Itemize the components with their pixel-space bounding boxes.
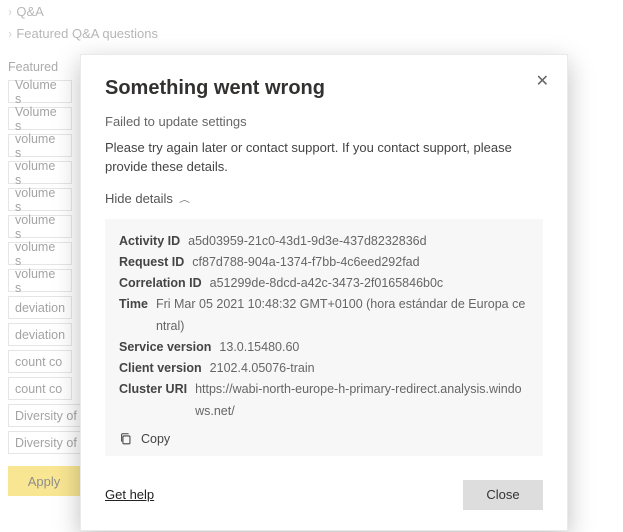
detail-key: Request ID — [119, 252, 184, 273]
dialog-subtitle: Failed to update settings — [105, 114, 543, 129]
detail-row: Time Fri Mar 05 2021 10:48:32 GMT+0100 (h… — [119, 294, 529, 337]
copy-icon — [119, 432, 133, 446]
error-dialog: ✕ Something went wrong Failed to update … — [80, 54, 568, 531]
detail-row: Request ID cf87d788-904a-1374-f7bb-4c6eed… — [119, 252, 529, 273]
detail-row: Cluster URIhttps://wabi-north-europe-h-p… — [119, 379, 529, 422]
detail-row: Activity ID a5d03959-21c0-43d1-9d3e-437d8… — [119, 231, 529, 252]
get-help-link[interactable]: Get help — [105, 487, 154, 502]
chevron-up-icon: ︿ — [179, 193, 190, 204]
detail-key: Cluster URI — [119, 379, 187, 422]
detail-key: Correlation ID — [119, 273, 202, 294]
detail-row: Service version 13.0.15480.60 — [119, 337, 529, 358]
details-panel: Activity ID a5d03959-21c0-43d1-9d3e-437d8… — [105, 219, 543, 456]
copy-button[interactable]: Copy — [119, 432, 529, 446]
detail-value: a51299de-8dcd-a42c-3473-2f0165846b0c — [210, 273, 444, 294]
close-icon[interactable]: ✕ — [536, 71, 549, 91]
detail-value: 2102.4.05076-train — [210, 358, 315, 379]
detail-value: https://wabi-north-europe-h-primary-redi… — [195, 379, 529, 422]
detail-key: Activity ID — [119, 231, 180, 252]
toggle-details[interactable]: Hide details ︿ — [105, 191, 543, 207]
copy-label: Copy — [141, 432, 170, 446]
detail-row: Client version 2102.4.05076-train — [119, 358, 529, 379]
detail-key: Client version — [119, 358, 202, 379]
dialog-message: Please try again later or contact suppor… — [105, 139, 543, 177]
toggle-details-label: Hide details — [105, 191, 173, 206]
detail-key: Time — [119, 294, 148, 337]
detail-key: Service version — [119, 337, 211, 358]
detail-row: Correlation ID a51299de-8dcd-a42c-3473-2f… — [119, 273, 529, 294]
detail-value: cf87d788-904a-1374-f7bb-4c6eed292fad — [192, 252, 419, 273]
detail-value: Fri Mar 05 2021 10:48:32 GMT+0100 (hora … — [156, 294, 529, 337]
detail-value: a5d03959-21c0-43d1-9d3e-437d8232836d — [188, 231, 426, 252]
dialog-title: Something went wrong — [105, 77, 543, 100]
close-button[interactable]: Close — [463, 480, 543, 510]
detail-value: 13.0.15480.60 — [219, 337, 299, 358]
